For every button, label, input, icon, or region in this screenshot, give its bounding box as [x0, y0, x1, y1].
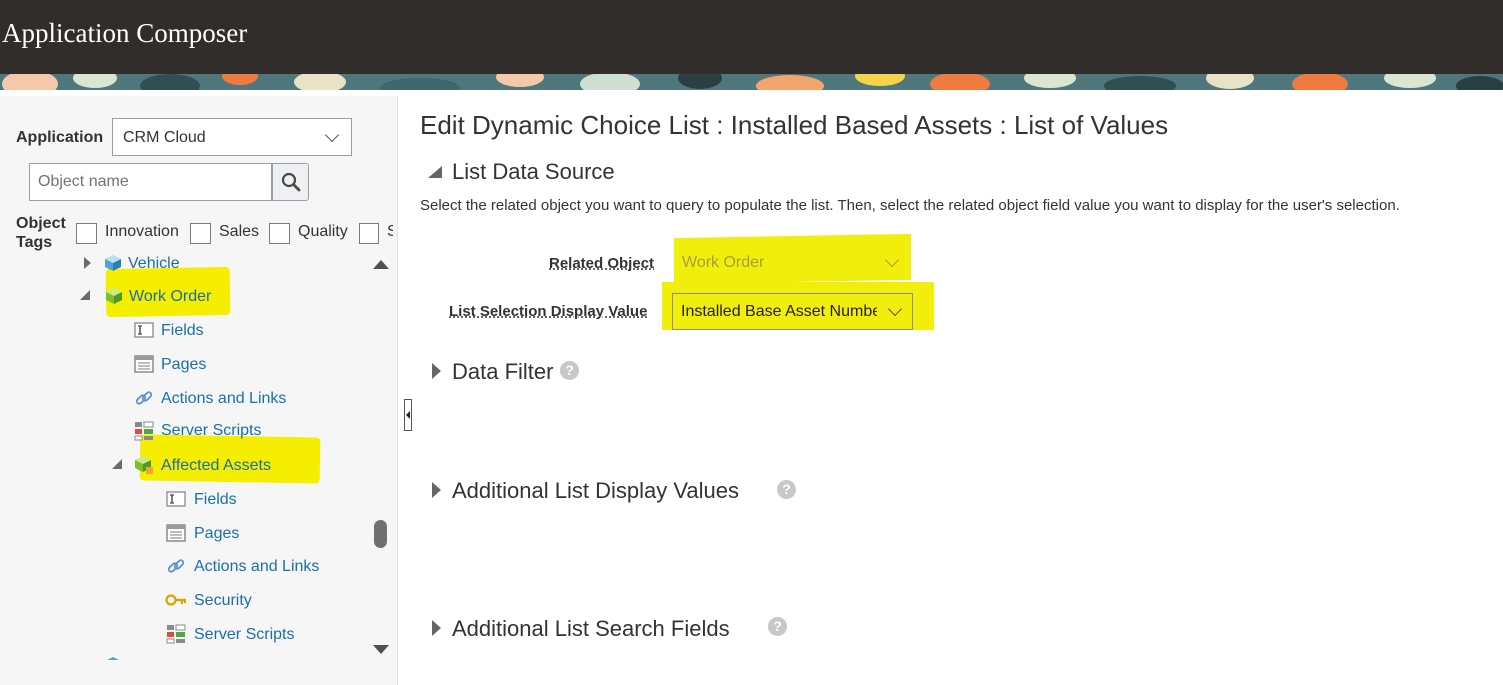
- tree-node-server-scripts[interactable]: Server Scripts: [0, 419, 370, 443]
- section-expand-icon[interactable]: [432, 482, 441, 498]
- tree-node-affected-assets[interactable]: Affected Assets: [0, 453, 370, 477]
- tree-node-label: Vehicle: [128, 255, 180, 272]
- tree-node-fields[interactable]: Fields: [0, 318, 370, 342]
- tree-node-label: Pages: [194, 525, 240, 542]
- related-object-value: Work Order: [682, 254, 765, 271]
- help-icon[interactable]: ?: [768, 617, 787, 636]
- tree-node-security[interactable]: Security: [0, 588, 370, 612]
- tree-node-work-order[interactable]: Work Order: [0, 284, 370, 308]
- tree-node-label: Server Scripts: [194, 626, 295, 643]
- scroll-up-icon[interactable]: [373, 260, 389, 269]
- tree-node-label: Fields: [194, 491, 237, 508]
- chevron-down-icon: [887, 301, 903, 317]
- tree-node-pages[interactable]: Pages: [0, 521, 370, 545]
- object-cube-icon: [106, 288, 122, 304]
- tag-label-innovation: Innovation: [105, 223, 179, 240]
- tag-checkbox-sales[interactable]: [190, 223, 211, 244]
- list-selection-display-value-value: Installed Base Asset Number: [681, 303, 877, 320]
- object-tree: Vehicle Work Order Fields Pages Actions …: [0, 250, 370, 660]
- panel-collapse-handle[interactable]: [404, 399, 412, 431]
- tree-node-label: Server Scripts: [161, 422, 262, 439]
- section-title-additional-list-display-values[interactable]: Additional List Display Values: [452, 478, 739, 504]
- tag-checkbox-quality[interactable]: [269, 223, 290, 244]
- section-title-data-filter[interactable]: Data Filter: [452, 359, 553, 385]
- decorative-banner: [0, 74, 1503, 90]
- object-cube-icon: [107, 657, 119, 660]
- tag-checkbox-innovation[interactable]: [76, 223, 97, 244]
- application-label: Application: [16, 129, 104, 146]
- tree-node-actions-and-links[interactable]: Actions and Links: [0, 554, 370, 578]
- server-scripts-icon: [166, 624, 186, 644]
- fields-icon: [134, 322, 154, 338]
- object-cube-icon: [105, 255, 121, 271]
- help-icon[interactable]: ?: [560, 361, 579, 380]
- link-icon: [167, 559, 185, 573]
- section-collapse-icon[interactable]: [428, 166, 442, 178]
- tree-node-label: Affected Assets: [161, 457, 271, 474]
- search-button[interactable]: [272, 163, 309, 201]
- tree-node-label: Actions and Links: [161, 390, 287, 407]
- tree-node-label: Actions and Links: [194, 558, 320, 575]
- tree-node-fields[interactable]: Fields: [0, 487, 370, 511]
- scroll-down-icon[interactable]: [373, 645, 389, 654]
- tree-node-label: Security: [194, 592, 252, 609]
- tree-node-label: Work Order: [129, 288, 212, 305]
- fields-icon: [166, 491, 186, 507]
- list-data-source-description: Select the related object you want to qu…: [420, 197, 1400, 214]
- tree-scrollbar[interactable]: [370, 250, 392, 660]
- tree-node-label: Fields: [161, 322, 204, 339]
- object-tags-label: Object Tags: [16, 215, 66, 251]
- server-scripts-icon: [134, 421, 154, 441]
- tag-label-quality: Quality: [298, 223, 348, 240]
- tag-label-sales: Sales: [219, 223, 260, 240]
- page-title: Edit Dynamic Choice List : Installed Bas…: [420, 110, 1169, 140]
- collapse-icon[interactable]: [80, 290, 90, 300]
- collapse-icon[interactable]: [112, 459, 122, 469]
- expand-icon[interactable]: [84, 257, 91, 269]
- app-header: Application Composer: [0, 0, 1503, 74]
- related-object-label: Related Object: [549, 255, 655, 272]
- list-selection-display-value-select[interactable]: Installed Base Asset Number: [672, 293, 913, 330]
- scroll-thumb[interactable]: [374, 520, 387, 548]
- tree-node-pages[interactable]: Pages: [0, 352, 370, 376]
- tree-node-actions-and-links[interactable]: Actions and Links: [0, 386, 370, 410]
- chevron-down-icon: [884, 252, 900, 268]
- link-icon: [135, 391, 153, 405]
- list-selection-display-value-label: List Selection Display Value: [449, 303, 648, 320]
- tree-node-partial: [84, 657, 92, 660]
- help-icon[interactable]: ?: [777, 480, 796, 499]
- section-title-additional-list-search-fields[interactable]: Additional List Search Fields: [452, 616, 730, 642]
- search-icon: [281, 172, 301, 192]
- application-select-value: CRM Cloud: [123, 129, 206, 146]
- section-expand-icon[interactable]: [432, 363, 441, 379]
- chevron-down-icon: [324, 127, 340, 143]
- pages-icon: [134, 355, 154, 373]
- related-object-select[interactable]: Work Order: [674, 245, 911, 282]
- key-icon: [165, 594, 186, 606]
- child-object-icon: [135, 456, 153, 474]
- tree-node-server-scripts[interactable]: Server Scripts: [0, 622, 370, 646]
- tree-node-label: Pages: [161, 356, 207, 373]
- app-title: Application Composer: [2, 18, 248, 48]
- section-expand-icon[interactable]: [432, 620, 441, 636]
- pages-icon: [166, 524, 186, 542]
- section-title-list-data-source[interactable]: List Data Source: [452, 159, 615, 185]
- object-name-search-input[interactable]: [29, 163, 272, 201]
- tree-node-vehicle[interactable]: Vehicle: [0, 251, 370, 275]
- application-select[interactable]: CRM Cloud: [112, 118, 352, 156]
- tag-checkbox-more[interactable]: [359, 223, 379, 244]
- tag-label-more: S: [387, 223, 393, 240]
